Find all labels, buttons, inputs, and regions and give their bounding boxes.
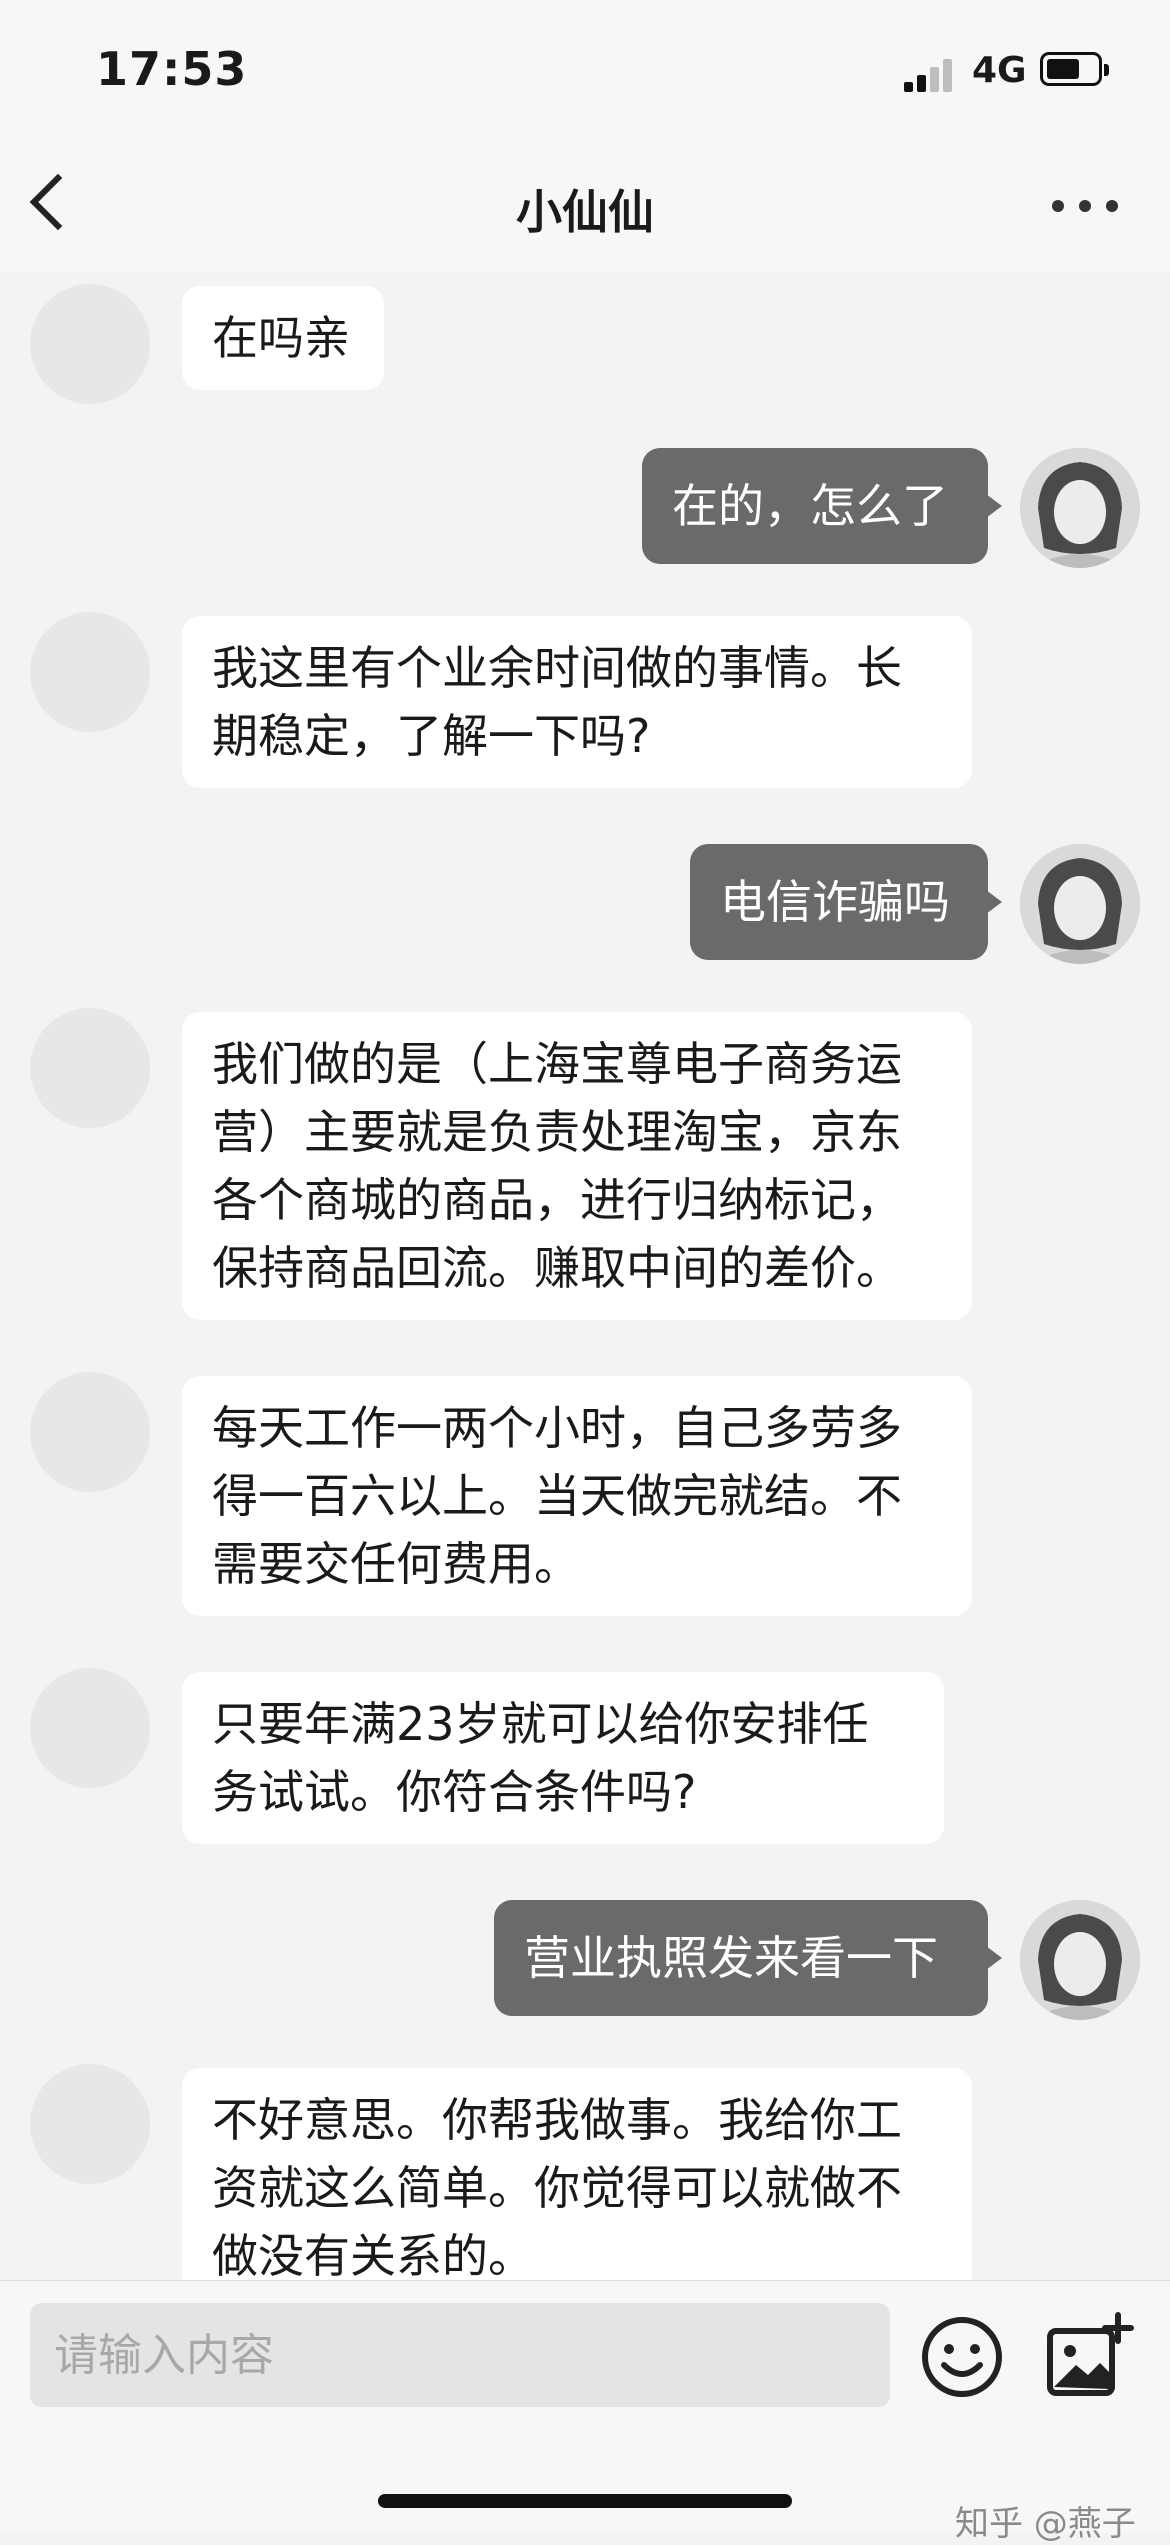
contact-avatar[interactable] [30, 284, 150, 404]
watermark: 知乎 @燕子 [955, 2504, 1136, 2544]
contact-avatar[interactable] [30, 1372, 150, 1492]
network-label: 4G [972, 50, 1027, 91]
contact-avatar[interactable] [30, 1668, 150, 1788]
contact-avatar[interactable] [30, 2064, 150, 2184]
signal-icon [904, 56, 956, 92]
user-avatar[interactable] [1020, 1900, 1140, 2020]
message-outgoing: 营业执照发来看一下 [494, 1900, 1002, 2016]
message-incoming: 我这里有个业余时间做的事情。长期稳定，了解一下吗? [182, 616, 972, 788]
top-bar: 17:53 4G 小仙仙 [0, 0, 1170, 272]
more-dots-icon[interactable] [1052, 200, 1118, 214]
user-avatar[interactable] [1020, 448, 1140, 568]
contact-avatar[interactable] [30, 612, 150, 732]
add-image-icon[interactable] [1044, 2311, 1134, 2401]
user-avatar[interactable] [1020, 844, 1140, 964]
message-incoming: 每天工作一两个小时，自己多劳多得一百六以上。当天做完就结。不需要交任何费用。 [182, 1376, 972, 1616]
battery-icon [1040, 52, 1109, 86]
home-indicator[interactable] [378, 2494, 792, 2508]
message-incoming: 只要年满23岁就可以给你安排任务试试。你符合条件吗? [182, 1672, 944, 1844]
message-input[interactable] [30, 2303, 890, 2407]
message-incoming: 我们做的是（上海宝尊电子商务运营）主要就是负责处理淘宝，京东各个商城的商品，进行… [182, 1012, 972, 1320]
contact-avatar[interactable] [30, 1008, 150, 1128]
chat-title: 小仙仙 [516, 185, 654, 239]
message-incoming: 不好意思。你帮我做事。我给你工资就这么简单。你觉得可以就做不做没有关系的。 [182, 2068, 972, 2308]
message-outgoing: 电信诈骗吗 [690, 844, 1002, 960]
message-incoming: 在吗亲 [182, 286, 384, 390]
emoji-icon[interactable] [920, 2315, 1004, 2399]
message-outgoing: 在的，怎么了 [642, 448, 1002, 564]
status-time: 17:53 [96, 42, 248, 96]
